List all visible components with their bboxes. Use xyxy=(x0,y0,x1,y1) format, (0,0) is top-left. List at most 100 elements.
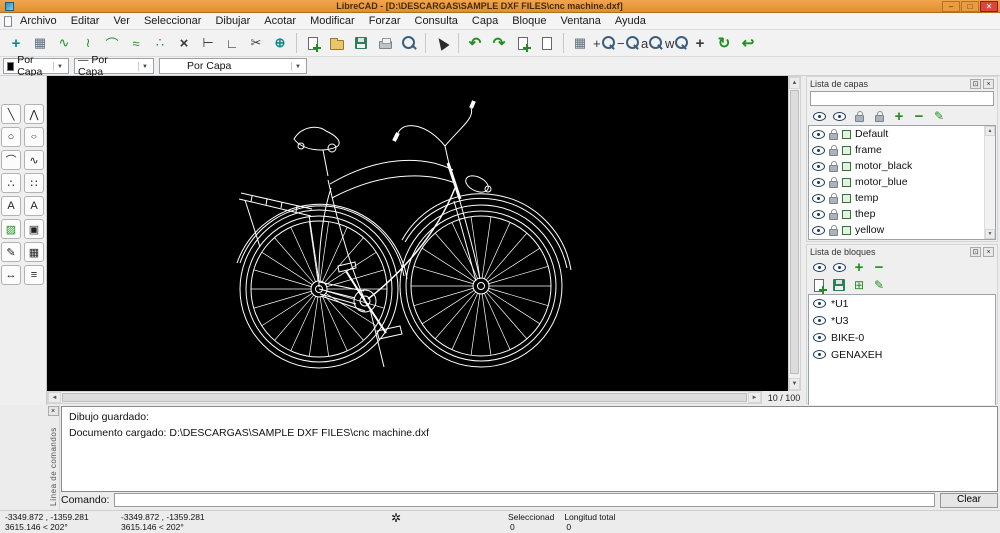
menu-editar[interactable]: Editar xyxy=(64,14,107,28)
menu-acotar[interactable]: Acotar xyxy=(257,14,303,28)
layer-visibility-icon[interactable] xyxy=(812,194,825,203)
new-drawing-button[interactable] xyxy=(301,31,325,55)
scroll-left-arrow[interactable]: ◄ xyxy=(48,392,61,403)
print-drawing-button[interactable] xyxy=(373,31,397,55)
menu-bloque[interactable]: Bloque xyxy=(505,14,553,28)
vertical-scroll-thumb[interactable] xyxy=(790,90,799,374)
menu-forzar[interactable]: Forzar xyxy=(362,14,408,28)
layer-lock-icon[interactable] xyxy=(829,229,838,236)
layer-row[interactable]: yellow xyxy=(809,222,995,238)
minimize-button[interactable]: – xyxy=(942,1,960,12)
pen-linetype-combo[interactable]: Por Capa ▼ xyxy=(159,58,307,74)
save-drawing-button[interactable] xyxy=(349,31,373,55)
restrict-horizontal-button[interactable]: ⊢ xyxy=(196,31,220,55)
arc-tool[interactable]: ⌒ xyxy=(1,150,21,170)
command-input[interactable] xyxy=(114,493,935,507)
pan-zoom-button[interactable]: + xyxy=(688,31,712,55)
block-row[interactable]: BIKE-0 xyxy=(809,329,995,346)
layer-visibility-icon[interactable] xyxy=(812,162,825,171)
scroll-up-arrow[interactable]: ▲ xyxy=(985,126,995,136)
selection-pointer-button[interactable] xyxy=(430,31,454,55)
remove-block-button[interactable]: − xyxy=(872,260,886,274)
layer-lock-icon[interactable] xyxy=(829,181,838,188)
menu-dibujar[interactable]: Dibujar xyxy=(208,14,257,28)
line-tool[interactable]: ╲ xyxy=(1,104,21,124)
block-visibility-icon[interactable] xyxy=(813,316,826,325)
grid-toggle-button[interactable]: ▦ xyxy=(568,31,592,55)
text-tool[interactable]: A xyxy=(1,196,21,216)
block-row[interactable]: *U1 xyxy=(809,295,995,312)
point-tool[interactable]: ∴ xyxy=(1,173,21,193)
zoom-in-button[interactable]: + xyxy=(592,31,616,55)
scroll-down-arrow[interactable]: ▼ xyxy=(789,378,800,390)
menu-ayuda[interactable]: Ayuda xyxy=(608,14,653,28)
save-block-button[interactable] xyxy=(832,278,846,292)
float-panel-icon[interactable]: ⊡ xyxy=(970,247,981,257)
snap-endpoint-button[interactable]: ∿ xyxy=(52,31,76,55)
block-visibility-icon[interactable] xyxy=(813,333,826,342)
layer-lock-icon[interactable] xyxy=(829,149,838,156)
layer-row[interactable]: motor_black xyxy=(809,158,995,174)
snap-intersection-button[interactable]: × xyxy=(172,31,196,55)
add-layer-button[interactable]: + xyxy=(892,109,906,123)
menu-seleccionar[interactable]: Seleccionar xyxy=(137,14,208,28)
layer-row[interactable]: temp xyxy=(809,190,995,206)
remove-layer-button[interactable]: − xyxy=(912,109,926,123)
circle-tool[interactable]: ○ xyxy=(1,127,21,147)
mtext-tool[interactable]: A xyxy=(24,196,44,216)
layer-lock-icon[interactable] xyxy=(829,213,838,220)
block-row[interactable]: GENAXEH xyxy=(809,346,995,363)
close-dock-icon[interactable]: × xyxy=(48,406,59,416)
drawing-canvas[interactable] xyxy=(47,76,788,391)
horizontal-scroll-thumb[interactable] xyxy=(62,393,747,402)
layer-print-icon[interactable] xyxy=(842,226,851,235)
table-tool[interactable]: ▦ xyxy=(24,242,44,262)
add-block-button[interactable]: + xyxy=(852,260,866,274)
layer-print-icon[interactable] xyxy=(842,130,851,139)
layer-print-icon[interactable] xyxy=(842,210,851,219)
show-all-blocks-button[interactable] xyxy=(812,260,826,274)
close-panel-icon[interactable]: × xyxy=(983,247,994,257)
ellipse-tool[interactable]: ○ xyxy=(24,127,44,147)
layers-list-scrollbar[interactable]: ▲ ▼ xyxy=(984,126,995,239)
close-panel-icon[interactable]: × xyxy=(983,79,994,89)
block-visibility-icon[interactable] xyxy=(813,350,826,359)
layer-visibility-icon[interactable] xyxy=(812,130,825,139)
layer-row[interactable]: motor_blue xyxy=(809,174,995,190)
layer-lock-icon[interactable] xyxy=(829,133,838,140)
layer-row[interactable]: Default xyxy=(809,126,995,142)
crosshair-snap-button[interactable]: + xyxy=(4,31,28,55)
layer-row[interactable]: frame xyxy=(809,142,995,158)
menu-ventana[interactable]: Ventana xyxy=(553,14,607,28)
block-visibility-icon[interactable] xyxy=(813,299,826,308)
layer-visibility-icon[interactable] xyxy=(812,210,825,219)
polyline-tool[interactable]: ⋀ xyxy=(24,104,44,124)
order-tool[interactable]: ≡ xyxy=(24,265,44,285)
clear-button[interactable]: Clear xyxy=(940,493,998,508)
canvas-vertical-scrollbar[interactable]: ▲ ▼ xyxy=(788,76,801,391)
copy-button[interactable] xyxy=(511,31,535,55)
redo-button[interactable]: ↷ xyxy=(487,31,511,55)
edit-block-button[interactable]: ✎ xyxy=(872,278,886,292)
layer-visibility-icon[interactable] xyxy=(812,146,825,155)
paste-button[interactable] xyxy=(535,31,559,55)
canvas-horizontal-scrollbar[interactable]: ◄ ► xyxy=(47,391,762,404)
layer-print-icon[interactable] xyxy=(842,162,851,171)
snap-on-entity-button[interactable]: ≀ xyxy=(76,31,100,55)
snap-grid-button[interactable]: ▦ xyxy=(28,31,52,55)
layer-lock-icon[interactable] xyxy=(829,197,838,204)
points-tool[interactable]: ∷ xyxy=(24,173,44,193)
create-block-button[interactable] xyxy=(812,278,826,292)
layer-visibility-icon[interactable] xyxy=(812,226,825,235)
maximize-button[interactable]: □ xyxy=(961,1,979,12)
pen-color-combo[interactable]: Por Capa ▼ xyxy=(3,58,69,74)
zoom-auto-button[interactable]: a xyxy=(640,31,664,55)
snap-distance-button[interactable]: ∴ xyxy=(148,31,172,55)
insert-block-button[interactable]: ⊞ xyxy=(852,278,866,292)
open-drawing-button[interactable] xyxy=(325,31,349,55)
edit-layer-button[interactable]: ✎ xyxy=(932,109,946,123)
layer-visibility-icon[interactable] xyxy=(812,178,825,187)
snap-middle-button[interactable]: ≈ xyxy=(124,31,148,55)
menu-ver[interactable]: Ver xyxy=(106,14,137,28)
trim-snap-button[interactable]: ✂ xyxy=(244,31,268,55)
